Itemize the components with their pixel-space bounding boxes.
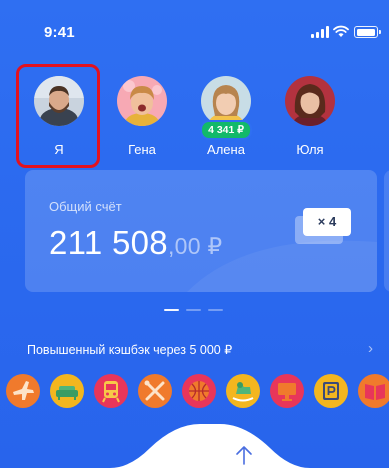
selected-person-highlight bbox=[16, 64, 100, 168]
bottom-tab-background bbox=[0, 424, 389, 476]
rocking-horse-icon[interactable] bbox=[226, 374, 260, 408]
person-name: Гена bbox=[128, 142, 156, 157]
basketball-icon[interactable] bbox=[182, 374, 216, 408]
app-screen: 9:41 Я Гена 4 341 ₽ Алена Юля Общий счёт… bbox=[0, 0, 389, 476]
person-name: Алена bbox=[207, 142, 245, 157]
pager-dot bbox=[164, 309, 179, 311]
card-count-badge[interactable]: × 4 bbox=[303, 208, 351, 236]
cashback-link[interactable]: Повышенный кэшбэк через 5 000 ₽ › bbox=[27, 340, 377, 360]
avatar-alena bbox=[201, 76, 251, 126]
train-icon[interactable] bbox=[94, 374, 128, 408]
person-alena[interactable]: 4 341 ₽ Алена bbox=[186, 72, 266, 164]
next-card-peek[interactable] bbox=[384, 170, 389, 292]
avatar-gena bbox=[117, 76, 167, 126]
bottom-navigation bbox=[0, 420, 389, 476]
arrow-up-icon[interactable] bbox=[234, 444, 254, 466]
cellular-signal-icon bbox=[311, 26, 329, 38]
account-balance-kopecks: ,00 ₽ bbox=[167, 233, 223, 259]
parking-icon[interactable] bbox=[314, 374, 348, 408]
pager-dot bbox=[186, 309, 201, 311]
card-pager bbox=[164, 309, 244, 312]
monitor-icon[interactable] bbox=[270, 374, 304, 408]
account-label: Общий счёт bbox=[49, 199, 122, 214]
account-balance-main: 211 508 bbox=[49, 224, 168, 261]
person-name: Юля bbox=[296, 142, 324, 157]
status-bar: 9:41 bbox=[0, 0, 389, 60]
cashback-categories bbox=[0, 374, 389, 410]
sofa-icon[interactable] bbox=[50, 374, 84, 408]
airplane-icon[interactable] bbox=[6, 374, 40, 408]
person-balance-badge: 4 341 ₽ bbox=[200, 120, 252, 140]
cashback-text: Повышенный кэшбэк через 5 000 ₽ bbox=[27, 343, 233, 357]
person-gena[interactable]: Гена bbox=[102, 72, 182, 164]
chevron-right-icon: › bbox=[368, 340, 373, 357]
book-icon[interactable] bbox=[358, 374, 389, 408]
account-card[interactable]: Общий счёт 211 508,00 ₽ × 4 bbox=[25, 170, 377, 292]
cutlery-icon[interactable] bbox=[138, 374, 172, 408]
person-yulia[interactable]: Юля bbox=[270, 72, 350, 164]
arrow-down-icon[interactable] bbox=[146, 446, 166, 468]
status-time: 9:41 bbox=[44, 24, 75, 41]
account-balance: 211 508,00 ₽ bbox=[49, 224, 222, 262]
avatar-yulia bbox=[285, 76, 335, 126]
wifi-icon bbox=[333, 24, 349, 38]
pager-dot bbox=[208, 309, 223, 311]
battery-icon bbox=[354, 26, 381, 38]
